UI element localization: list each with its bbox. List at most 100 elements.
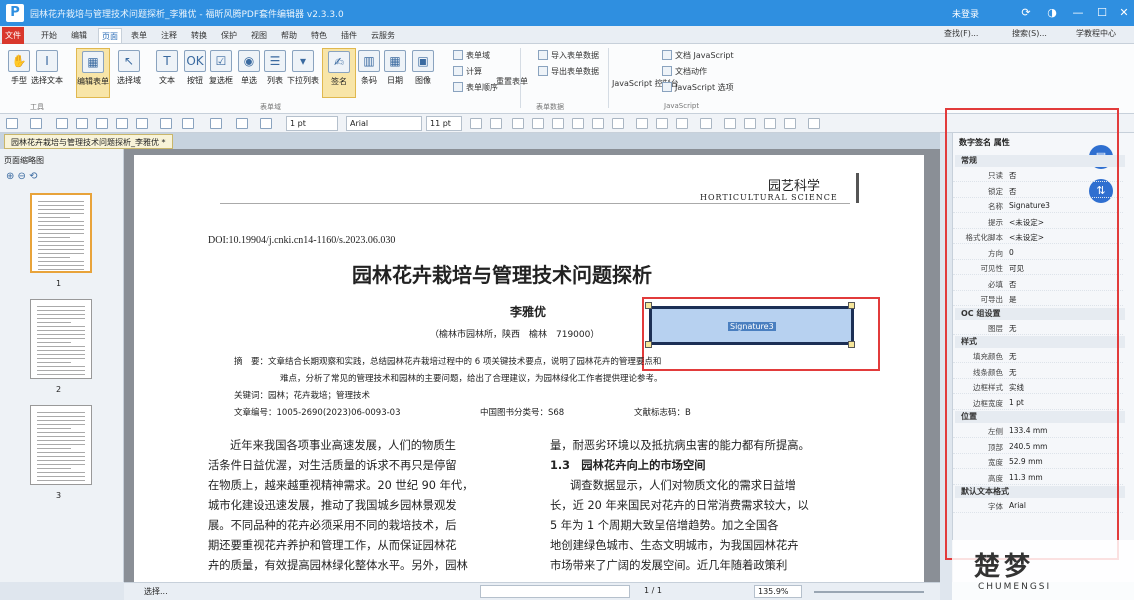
toolbar-icon[interactable] (160, 118, 172, 129)
toolbar-icon[interactable] (30, 118, 42, 129)
format-icon[interactable] (512, 118, 524, 129)
export-data-button[interactable]: 导出表单数据 (538, 66, 599, 77)
thumb-line (37, 468, 71, 469)
thumb-line (38, 257, 70, 258)
tab-6[interactable]: 保护 (218, 28, 240, 43)
page-indicator[interactable]: 1 / 1 (644, 586, 662, 595)
skin-icon[interactable]: ◑ (1044, 5, 1060, 21)
toolbar-icon[interactable] (116, 118, 128, 129)
import-data-button[interactable]: 导入表单数据 (538, 50, 599, 61)
tab-0[interactable]: 开始 (38, 28, 60, 43)
tab-9[interactable]: 特色 (308, 28, 330, 43)
thumbnail-page-2[interactable] (30, 299, 92, 379)
body-line: 量，耐恶劣环境以及抵抗病虫害的能力都有所提高。 (550, 439, 810, 452)
toolbar-icon[interactable] (260, 118, 272, 129)
zoom-level[interactable]: 135.9% (754, 585, 802, 598)
font-select[interactable]: Arial (346, 116, 422, 131)
export-icon (538, 66, 548, 76)
ribbon-button-1[interactable]: I 选择文本 (30, 48, 64, 98)
format-icon[interactable] (700, 118, 712, 129)
tutorial-button[interactable]: 学教程中心 (1076, 28, 1116, 39)
tab-file[interactable]: 文件 (2, 27, 24, 44)
format-icon[interactable] (764, 118, 776, 129)
thumb-line (38, 269, 84, 270)
ribbon-button-9[interactable]: ▾ 下拉列表 (286, 48, 320, 98)
close-button[interactable]: ✕ (1116, 5, 1132, 21)
body-line: 城市化建设迅速发展，推动了我国城乡园林景观发 (208, 499, 457, 512)
ribbon-button-label: 按钮 (187, 76, 203, 85)
minimize-button[interactable]: — (1070, 5, 1086, 21)
toolbar-icon[interactable] (76, 118, 88, 129)
form-order-button[interactable]: 表单顺序 (453, 82, 498, 93)
format-icon[interactable] (470, 118, 482, 129)
format-icon[interactable] (636, 118, 648, 129)
doc-action-button[interactable]: 文档动作 (662, 66, 707, 77)
zoom-in-icon[interactable]: ⊕ ⊖ ⟲ (6, 171, 38, 182)
tab-5[interactable]: 转换 (188, 28, 210, 43)
toolbar-icon[interactable] (210, 118, 222, 129)
page-number: 1 (56, 279, 62, 288)
format-icon[interactable] (808, 118, 820, 129)
thumb-line (37, 452, 85, 453)
format-icon[interactable] (744, 118, 756, 129)
ribbon-button-label: 签名 (331, 77, 347, 86)
format-icon[interactable] (656, 118, 668, 129)
refresh-icon[interactable]: ⟳ (1018, 5, 1034, 21)
format-icon[interactable] (532, 118, 544, 129)
select-tool-status[interactable]: 选择... (144, 586, 168, 597)
pdf-page[interactable]: 园艺科学 HORTICULTURAL SCIENCE DOI:10.19904/… (134, 155, 924, 582)
format-icon[interactable] (552, 118, 564, 129)
tab-1[interactable]: 编辑 (68, 28, 90, 43)
format-icon[interactable] (572, 118, 584, 129)
document-view[interactable]: 园艺科学 HORTICULTURAL SCIENCE DOI:10.19904/… (124, 149, 940, 582)
form-field-button[interactable]: 表单域 (453, 50, 490, 61)
format-icon[interactable] (784, 118, 796, 129)
thumbnail-page-1[interactable] (30, 193, 92, 273)
format-icon[interactable] (724, 118, 736, 129)
format-icon[interactable] (592, 118, 604, 129)
tab-7[interactable]: 视图 (248, 28, 270, 43)
ribbon-button-3[interactable]: ↖ 选择域 (112, 48, 146, 98)
font-size-select[interactable]: 11 pt (426, 116, 462, 131)
js-options-button[interactable]: JavaScript 选项 (662, 82, 734, 93)
thumb-line (38, 253, 84, 254)
line-width-select[interactable]: 1 pt (286, 116, 338, 131)
tab-2[interactable]: 页面 (98, 28, 122, 43)
thumb-line (38, 245, 84, 246)
format-icon[interactable] (676, 118, 688, 129)
thumb-line (38, 237, 70, 238)
ribbon-icon: ▣ (412, 50, 434, 72)
thumb-line (37, 334, 85, 335)
thumb-line (37, 358, 85, 359)
document-tab[interactable]: 园林花卉栽培与管理技术问题探析_李雅优 * (4, 134, 173, 149)
body-line: 展。不同品种的花卉必须采用不同的栽培技术，后 (208, 519, 457, 532)
calculate-button[interactable]: 计算 (453, 66, 482, 77)
maximize-button[interactable]: ☐ (1094, 5, 1110, 21)
tab-10[interactable]: 插件 (338, 28, 360, 43)
tab-8[interactable]: 帮助 (278, 28, 300, 43)
toolbar-icon[interactable] (96, 118, 108, 129)
toolbar-icon[interactable] (136, 118, 148, 129)
ribbon-button-13[interactable]: ▣ 图像 (406, 48, 440, 98)
ribbon-button-10[interactable]: ✍ 签名 (322, 48, 356, 98)
zoom-slider[interactable] (814, 591, 924, 593)
group-label-data: 表单数据 (536, 103, 564, 111)
tab-4[interactable]: 注释 (158, 28, 180, 43)
toolbar-icon[interactable] (56, 118, 68, 129)
toolbar-icon[interactable] (182, 118, 194, 129)
format-icon[interactable] (490, 118, 502, 129)
format-icon[interactable] (612, 118, 624, 129)
user-login[interactable]: 未登录 (952, 7, 979, 20)
journal-name: 园艺科学 (768, 179, 821, 194)
reset-form-button[interactable]: 重置表单 (496, 76, 528, 87)
thumb-line (37, 440, 85, 441)
toolbar-icon[interactable] (236, 118, 248, 129)
find-button[interactable]: 查找(F)... (944, 28, 978, 39)
search-button[interactable]: 搜索(S)... (1012, 28, 1047, 39)
doc-javascript-button[interactable]: 文档 JavaScript (662, 50, 734, 61)
thumbnail-page-3[interactable] (30, 405, 92, 485)
tab-11[interactable]: 云服务 (368, 28, 398, 43)
ribbon-button-2[interactable]: ▦ 编辑表单 (76, 48, 110, 98)
tab-3[interactable]: 表单 (128, 28, 150, 43)
toolbar-icon[interactable] (6, 118, 18, 129)
